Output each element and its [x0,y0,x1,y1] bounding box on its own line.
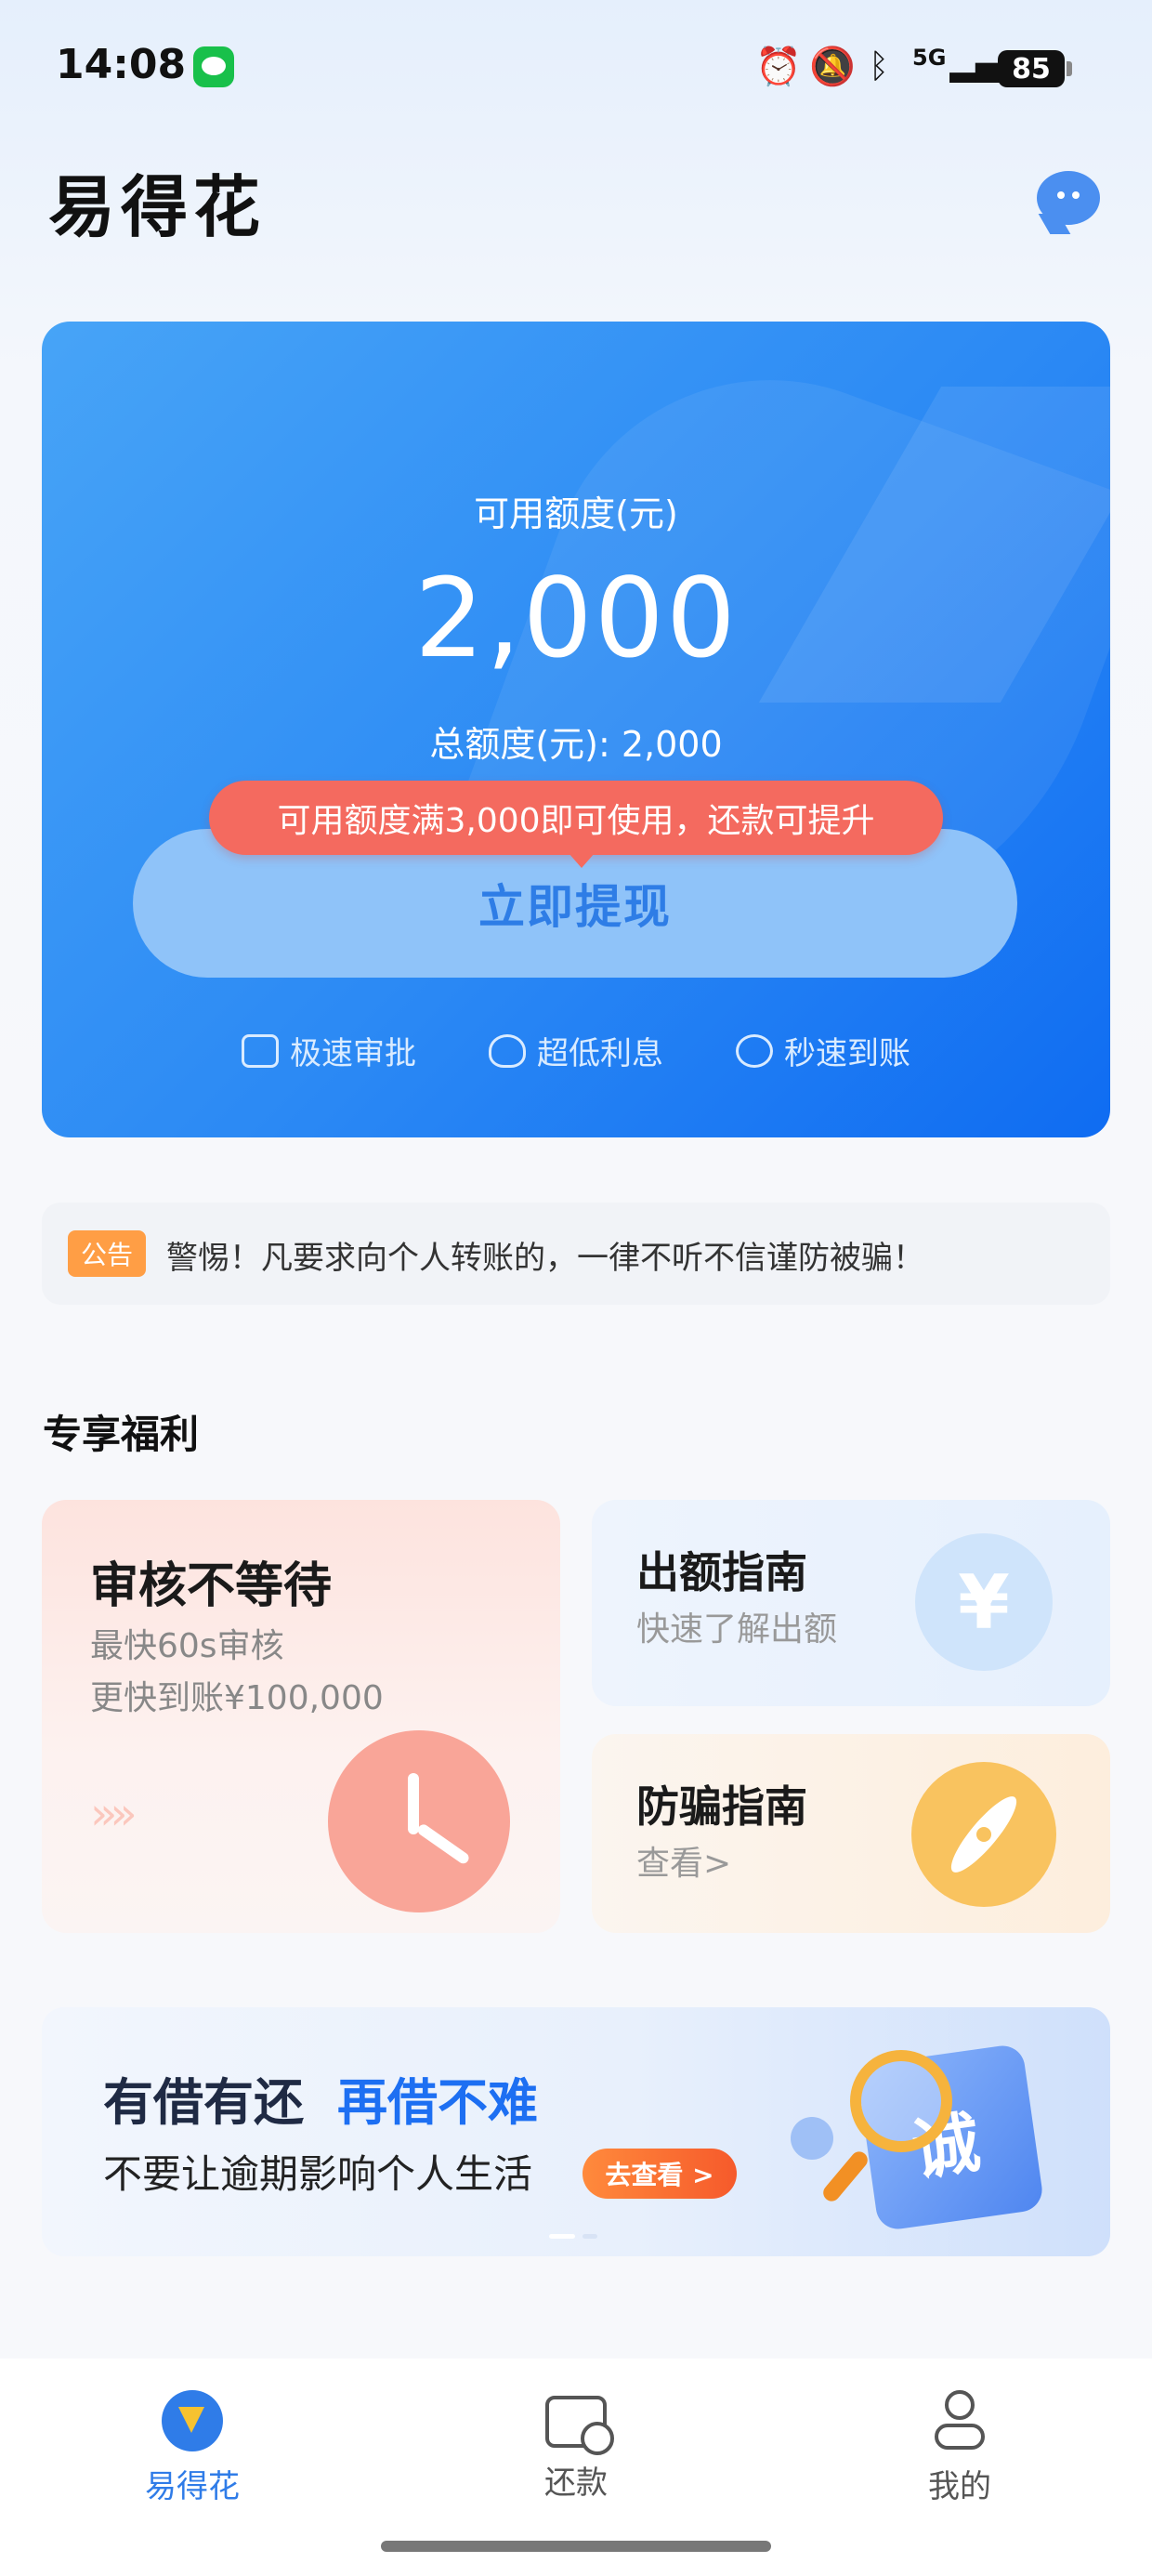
page-title: 易得花 [48,168,267,246]
feature-label: 秒速到账 [784,1035,910,1072]
section-title-benefits: 专享福利 [43,1412,200,1457]
benefit-card-no-wait[interactable]: 审核不等待 最快60s审核 更快到账¥100,000 »» [42,1500,560,1933]
total-credit-label: 总额度(元): 2,000 [429,724,723,765]
tab-home[interactable]: 易得花 [81,2390,304,2506]
available-credit-value: 2,000 [414,554,738,682]
carousel-dot [583,2234,597,2239]
chat-bubble-icon[interactable] [1037,171,1100,225]
wechat-icon [193,46,234,87]
chat-eye-right [1072,191,1080,199]
carousel-dot-active [549,2234,575,2239]
feature-low-interest: 超低利息 [489,1028,663,1073]
benefit-card-anti-fraud[interactable]: 防骗指南 查看> [592,1734,1110,1933]
credit-card-panel: 可用额度(元) 2,000 总额度(元): 2,000 立即提现 可用额度满3,… [42,322,1110,1137]
feature-instant-arrival: 秒速到账 [736,1028,910,1073]
notice-text: 警惕！凡要求向个人转账的，一律不听不信谨防被骗！ [166,1240,924,1277]
status-time: 14:08 [56,41,187,88]
instant-arrival-icon [736,1033,773,1068]
tab-label: 易得花 [145,2468,240,2505]
notice-bar[interactable]: 公告 警惕！凡要求向个人转账的，一律不听不信谨防被骗！ [42,1203,1110,1305]
battery-level: 85 [1012,52,1051,85]
compass-icon [911,1762,1056,1907]
magnifier-handle [819,2148,871,2205]
carousel-indicator [549,2234,597,2239]
promo-banner[interactable]: 有借有还 再借不难 不要让逾期影响个人生活 去查看 > 诚 [42,2007,1110,2256]
feature-list: 极速审批 超低利息 秒速到账 [42,1028,1110,1073]
home-logo-icon [162,2390,223,2451]
clock-icon [328,1730,510,1912]
home-indicator[interactable] [381,2541,771,2552]
banner-view-button[interactable]: 去查看 > [583,2149,737,2199]
banner-title-highlight: 再借不难 [337,2073,538,2132]
tab-repayment[interactable]: 还款 [465,2390,687,2503]
banner-title: 有借有还 [103,2073,304,2132]
benefit-card-credit-guide[interactable]: 出额指南 快速了解出额 ¥ [592,1500,1110,1706]
battery-icon: 85 [998,50,1072,87]
benefit-title: 审核不等待 [90,1558,333,1614]
network-type: 5G [912,45,947,71]
alarm-icon: ⏰ [755,45,802,88]
benefit-subtitle: 最快60s审核 [90,1627,284,1665]
benefit-subtitle: 更快到账¥100,000 [90,1679,384,1717]
notice-badge: 公告 [68,1230,146,1277]
tab-profile[interactable]: 我的 [848,2390,1071,2506]
banner-subtitle: 不要让逾期影响个人生活 [103,2151,533,2197]
benefit-subtitle: 快速了解出额 [636,1610,838,1649]
bluetooth-icon: ᛒ [869,46,889,85]
feature-label: 极速审批 [290,1035,416,1072]
profile-icon [929,2390,990,2451]
signal-icon: 5G ▂▄▆ [912,45,1027,87]
benefit-title: 防骗指南 [636,1781,807,1832]
available-credit-label: 可用额度(元) [474,493,678,534]
benefit-subtitle[interactable]: 查看> [636,1836,731,1885]
feature-fast-approval: 极速审批 [242,1028,416,1073]
tab-label: 还款 [544,2464,608,2502]
double-arrow-icon: »» [90,1788,137,1840]
yen-icon: ¥ [915,1533,1053,1671]
mute-icon: 🔕 [809,45,856,88]
repayment-icon [545,2396,614,2455]
fast-approval-icon [242,1033,279,1068]
chat-eye-left [1057,191,1065,199]
benefit-title: 出额指南 [636,1547,807,1597]
low-interest-icon [489,1033,526,1068]
tab-label: 我的 [928,2468,991,2505]
feature-label: 超低利息 [537,1035,663,1072]
withdraw-tip: 可用额度满3,000即可使用，还款可提升 [209,781,943,868]
magnifier-icon [850,2050,952,2152]
person-icon [791,2117,833,2160]
